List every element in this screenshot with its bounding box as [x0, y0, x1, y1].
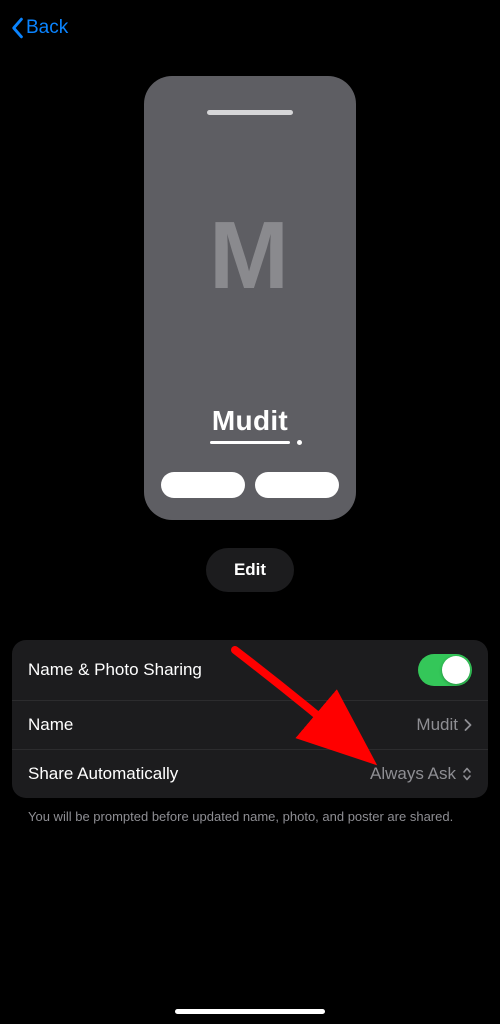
edit-button[interactable]: Edit	[206, 548, 294, 592]
name-value: Mudit	[416, 715, 458, 735]
settings-group: Name & Photo Sharing Name Mudit Share Au…	[12, 640, 488, 798]
row-name-photo-sharing: Name & Photo Sharing	[12, 640, 488, 701]
footer-note: You will be prompted before updated name…	[28, 808, 472, 826]
back-button[interactable]: Back	[10, 17, 68, 39]
contact-poster-preview[interactable]: M Mudit	[144, 76, 356, 520]
home-indicator[interactable]	[175, 1009, 325, 1014]
row-share-automatically[interactable]: Share Automatically Always Ask	[12, 750, 488, 798]
share-auto-value: Always Ask	[370, 764, 456, 784]
row-name[interactable]: Name Mudit	[12, 701, 488, 750]
back-label: Back	[26, 17, 68, 39]
sharing-label: Name & Photo Sharing	[28, 660, 202, 680]
name-label: Name	[28, 715, 73, 735]
poster-monogram: M	[209, 107, 291, 405]
poster-underline	[210, 441, 290, 444]
sharing-toggle[interactable]	[418, 654, 472, 686]
chevron-left-icon	[10, 17, 24, 39]
poster-name: Mudit	[212, 405, 288, 437]
chevron-up-down-icon	[462, 766, 472, 782]
chevron-right-icon	[464, 719, 472, 731]
share-auto-label: Share Automatically	[28, 764, 178, 784]
poster-action-placeholders	[161, 472, 339, 498]
